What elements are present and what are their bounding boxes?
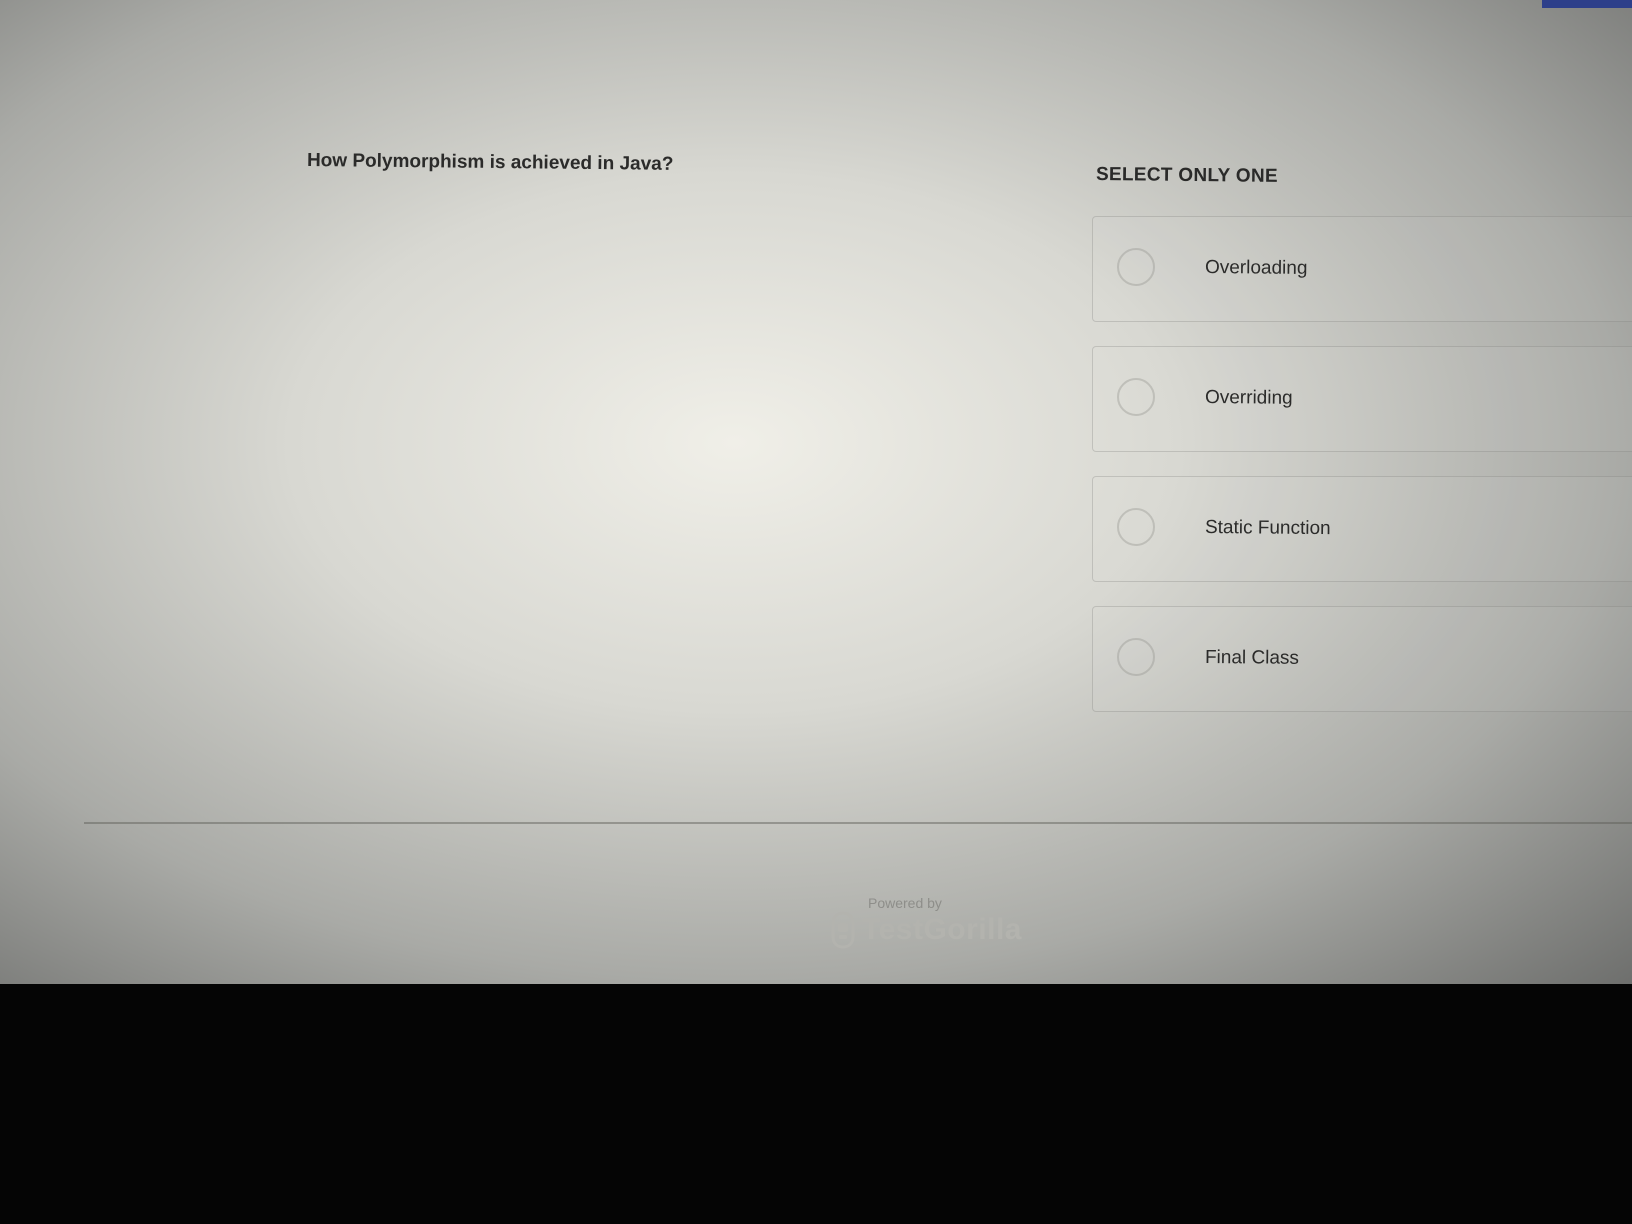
brand-name: TestGorilla: [862, 913, 1022, 946]
answer-options: Overloading Overriding Static Function F…: [1092, 216, 1632, 736]
answer-option-overloading[interactable]: Overloading: [1092, 216, 1632, 322]
brand-logo[interactable]: TestGorilla: [830, 911, 1022, 949]
answer-option-final-class[interactable]: Final Class: [1092, 606, 1632, 712]
answer-option-overriding[interactable]: Overriding: [1092, 346, 1632, 452]
answer-option-static-function[interactable]: Static Function: [1092, 476, 1632, 582]
question-panel: How Polymorphism is achieved in Java? SE…: [84, 0, 1632, 824]
select-instruction: SELECT ONLY ONE: [1095, 164, 1278, 187]
answer-option-label: Overriding: [1204, 387, 1293, 409]
powered-by-text: Powered by: [868, 895, 942, 911]
radio-button[interactable]: [1117, 508, 1155, 546]
question-text: How Polymorphism is achieved in Java?: [306, 150, 674, 175]
radio-button[interactable]: [1117, 248, 1155, 286]
answer-option-label: Overloading: [1204, 257, 1308, 279]
answer-option-label: Final Class: [1204, 647, 1300, 669]
answer-option-label: Static Function: [1204, 517, 1331, 540]
screen: How Polymorphism is achieved in Java? SE…: [0, 0, 1632, 984]
radio-button[interactable]: [1117, 378, 1155, 416]
gorilla-logo-icon: [831, 911, 855, 949]
radio-button[interactable]: [1117, 638, 1155, 676]
